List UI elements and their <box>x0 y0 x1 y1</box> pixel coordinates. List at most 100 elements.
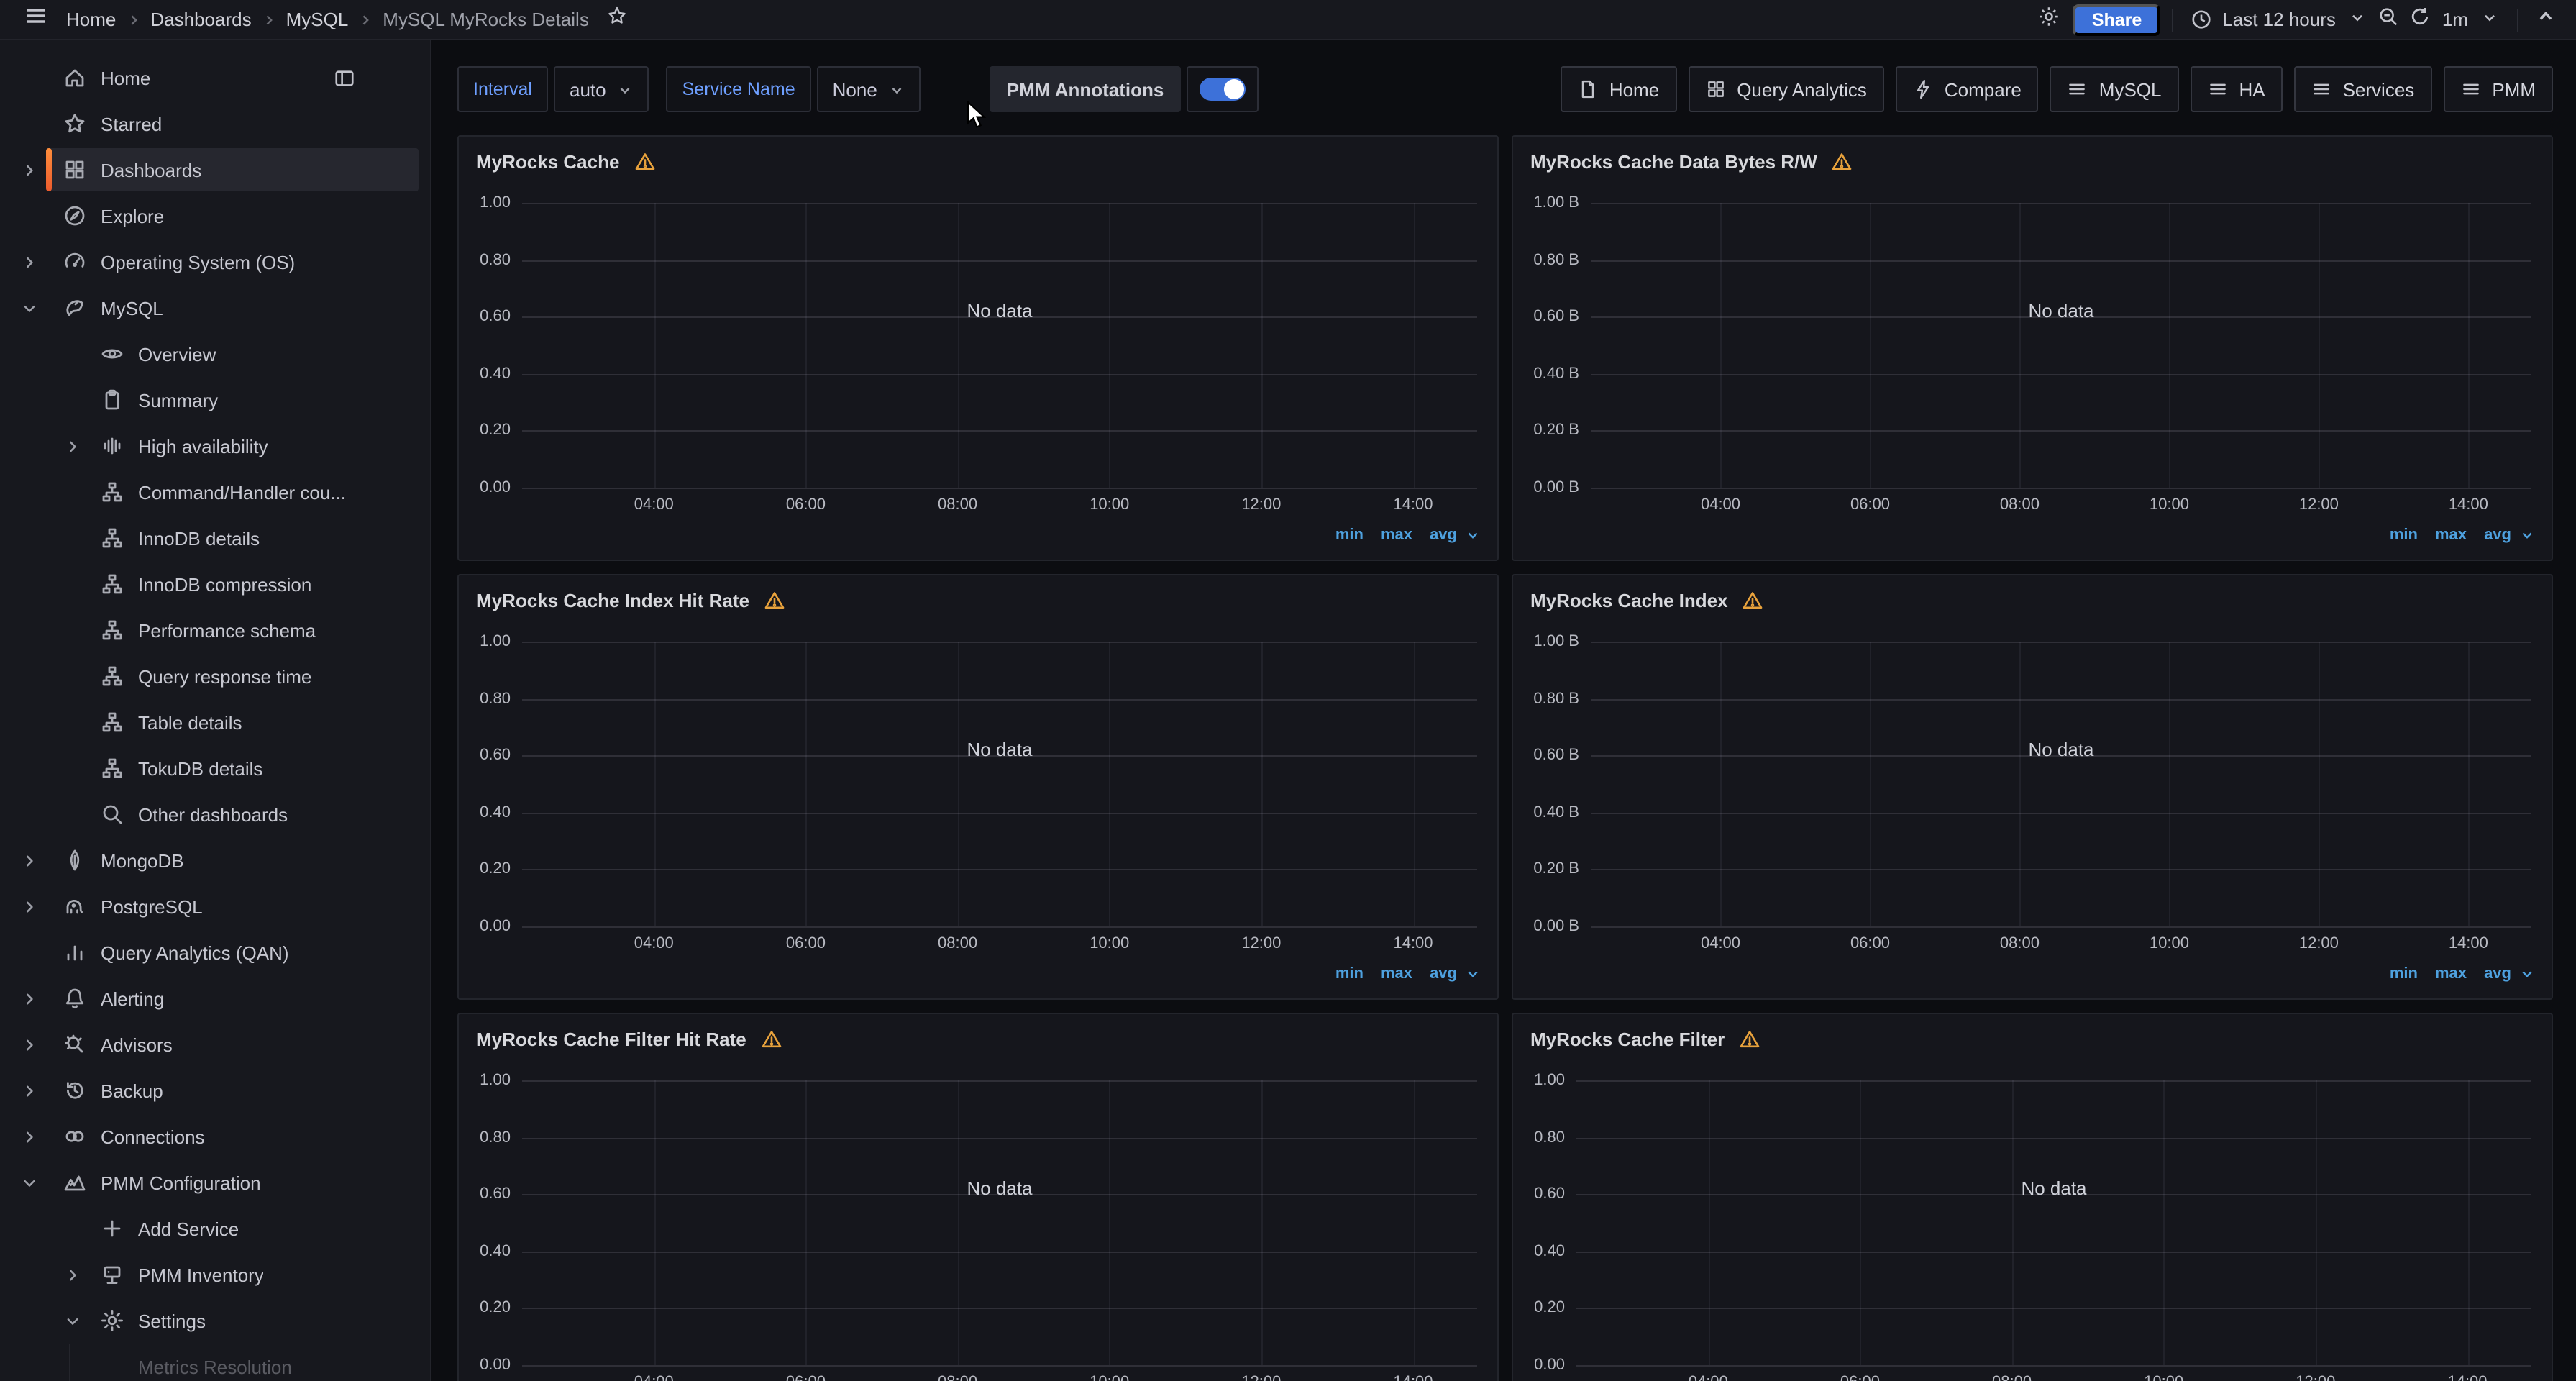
interval-select[interactable]: auto <box>554 66 649 112</box>
sidebar-item-explore[interactable]: Explore <box>0 193 430 239</box>
panel-title[interactable]: MyRocks Cache Data Bytes R/W <box>1530 150 1817 172</box>
chevron-right-icon[interactable] <box>60 1263 83 1286</box>
sidebar-item-metrics-resolution[interactable]: Metrics Resolution <box>0 1344 430 1381</box>
link-button-compare[interactable]: Compare <box>1896 66 2039 112</box>
legend-calc-max[interactable]: max <box>2435 965 2467 983</box>
chevron-right-icon[interactable] <box>17 250 40 273</box>
sidebar-item-command-handler-cou[interactable]: Command/Handler cou... <box>0 469 430 515</box>
sidebar-item-innodb-compression[interactable]: InnoDB compression <box>0 561 430 607</box>
legend-chevron-down-icon[interactable] <box>1466 967 1480 981</box>
legend-chevron-down-icon[interactable] <box>2520 967 2534 981</box>
chevron-right-icon[interactable] <box>17 1033 40 1056</box>
pmm-annotations-toggle[interactable] <box>1187 66 1259 112</box>
warning-icon[interactable] <box>761 1028 782 1049</box>
sidebar-item-performance-schema[interactable]: Performance schema <box>0 607 430 653</box>
chevron-right-icon[interactable] <box>17 849 40 872</box>
legend-calc-avg[interactable]: avg <box>2484 527 2511 544</box>
sidebar-item-overview[interactable]: Overview <box>0 331 430 377</box>
link-button-home[interactable]: Home <box>1561 66 1676 112</box>
sidebar-item-summary[interactable]: Summary <box>0 377 430 423</box>
panel-title[interactable]: MyRocks Cache Index <box>1530 589 1728 611</box>
sidebar-item-pmm-inventory[interactable]: PMM Inventory <box>0 1252 430 1298</box>
service-name-select[interactable]: None <box>817 66 921 112</box>
warning-icon[interactable] <box>764 589 785 611</box>
legend-calc-min[interactable]: min <box>1335 527 1364 544</box>
legend-calc-avg[interactable]: avg <box>1430 527 1457 544</box>
breadcrumb-item[interactable]: Home <box>66 9 116 30</box>
legend-chevron-down-icon[interactable] <box>2520 528 2534 542</box>
link-button-mysql[interactable]: MySQL <box>2050 66 2179 112</box>
warning-icon[interactable] <box>1739 1028 1760 1049</box>
refresh-button[interactable] <box>2405 4 2436 35</box>
sidebar-item-home[interactable]: Home <box>0 55 430 101</box>
sidebar-item-operating-system-os[interactable]: Operating System (OS) <box>0 239 430 285</box>
panel-title[interactable]: MyRocks Cache <box>476 150 619 172</box>
legend-calc-avg[interactable]: avg <box>1430 965 1457 983</box>
collapse-controls-button[interactable] <box>2530 4 2562 35</box>
chevron-down-icon[interactable] <box>60 1309 83 1332</box>
sidebar-item-connections[interactable]: Connections <box>0 1113 430 1159</box>
chevron-right-icon[interactable] <box>17 987 40 1010</box>
legend-calc-avg[interactable]: avg <box>2484 965 2511 983</box>
sidebar-item-table-details[interactable]: Table details <box>0 699 430 745</box>
sidebar-item-innodb-details[interactable]: InnoDB details <box>0 515 430 561</box>
link-button-ha[interactable]: HA <box>2190 66 2282 112</box>
legend-calc-max[interactable]: max <box>2435 527 2467 544</box>
plot-area[interactable]: No data <box>1591 642 2531 926</box>
breadcrumb-item[interactable]: MySQL <box>286 9 349 30</box>
sidebar-item-tokudb-details[interactable]: TokuDB details <box>0 745 430 791</box>
chevron-right-icon[interactable] <box>17 1079 40 1102</box>
chevron-right-icon[interactable] <box>17 158 40 181</box>
chevron-right-icon[interactable] <box>17 895 40 918</box>
legend-calc-max[interactable]: max <box>1381 965 1412 983</box>
sidebar-item-mysql[interactable]: MySQL <box>0 285 430 331</box>
panel-title[interactable]: MyRocks Cache Index Hit Rate <box>476 589 749 611</box>
chevron-right-icon[interactable] <box>17 1125 40 1148</box>
sidebar-item-postgresql[interactable]: PostgreSQL <box>0 883 430 929</box>
sidebar-item-other-dashboards[interactable]: Other dashboards <box>0 791 430 837</box>
link-button-pmm[interactable]: PMM <box>2443 66 2553 112</box>
plot-area[interactable]: No data <box>1591 203 2531 488</box>
sidebar-item-add-service[interactable]: Add Service <box>0 1205 430 1252</box>
refresh-interval-chevron[interactable] <box>2474 4 2506 35</box>
breadcrumb-item[interactable]: Dashboards <box>150 9 251 30</box>
chevron-right-icon[interactable] <box>60 434 83 457</box>
favorite-star-button[interactable] <box>602 4 634 35</box>
sidebar-item-query-analytics-qan[interactable]: Query Analytics (QAN) <box>0 929 430 975</box>
legend-calc-min[interactable]: min <box>2390 527 2418 544</box>
legend-chevron-down-icon[interactable] <box>1466 528 1480 542</box>
sidebar-item-high-availability[interactable]: High availability <box>0 423 430 469</box>
time-range-picker[interactable]: Last 12 hours <box>2222 9 2336 30</box>
warning-icon[interactable] <box>1743 589 1764 611</box>
warning-icon[interactable] <box>634 150 655 172</box>
legend-calc-max[interactable]: max <box>1381 527 1412 544</box>
sidebar-item-backup[interactable]: Backup <box>0 1067 430 1113</box>
legend-calc-min[interactable]: min <box>2390 965 2418 983</box>
panel-title[interactable]: MyRocks Cache Filter Hit Rate <box>476 1028 746 1049</box>
time-range-chevron[interactable] <box>2342 4 2373 35</box>
panel-title[interactable]: MyRocks Cache Filter <box>1530 1028 1725 1049</box>
sidebar-item-alerting[interactable]: Alerting <box>0 975 430 1021</box>
link-button-query-analytics[interactable]: Query Analytics <box>1688 66 1884 112</box>
sidebar-item-query-response-time[interactable]: Query response time <box>0 653 430 699</box>
sidebar-item-pmm-configuration[interactable]: PMM Configuration <box>0 1159 430 1205</box>
plot-area[interactable]: No data <box>522 642 1477 926</box>
refresh-interval-picker[interactable]: 1m <box>2442 9 2468 30</box>
plot-area[interactable]: No data <box>522 1080 1477 1365</box>
dock-menu-button[interactable] <box>328 66 360 98</box>
sidebar-item-dashboards[interactable]: Dashboards <box>0 147 430 193</box>
sidebar-item-starred[interactable]: Starred <box>0 101 430 147</box>
chevron-down-icon[interactable] <box>17 296 40 319</box>
link-button-services[interactable]: Services <box>2294 66 2432 112</box>
sidebar-item-settings[interactable]: Settings <box>0 1298 430 1344</box>
warning-icon[interactable] <box>1832 150 1853 172</box>
zoom-out-time-button[interactable] <box>2373 4 2405 35</box>
sidebar-item-mongodb[interactable]: MongoDB <box>0 837 430 883</box>
menu-toggle-button[interactable] <box>20 4 52 35</box>
chevron-down-icon[interactable] <box>17 1171 40 1194</box>
plot-area[interactable]: No data <box>1576 1080 2531 1365</box>
sidebar-item-advisors[interactable]: Advisors <box>0 1021 430 1067</box>
dashboard-settings-button[interactable] <box>2033 4 2065 35</box>
share-button[interactable]: Share <box>2073 4 2161 35</box>
legend-calc-min[interactable]: min <box>1335 965 1364 983</box>
